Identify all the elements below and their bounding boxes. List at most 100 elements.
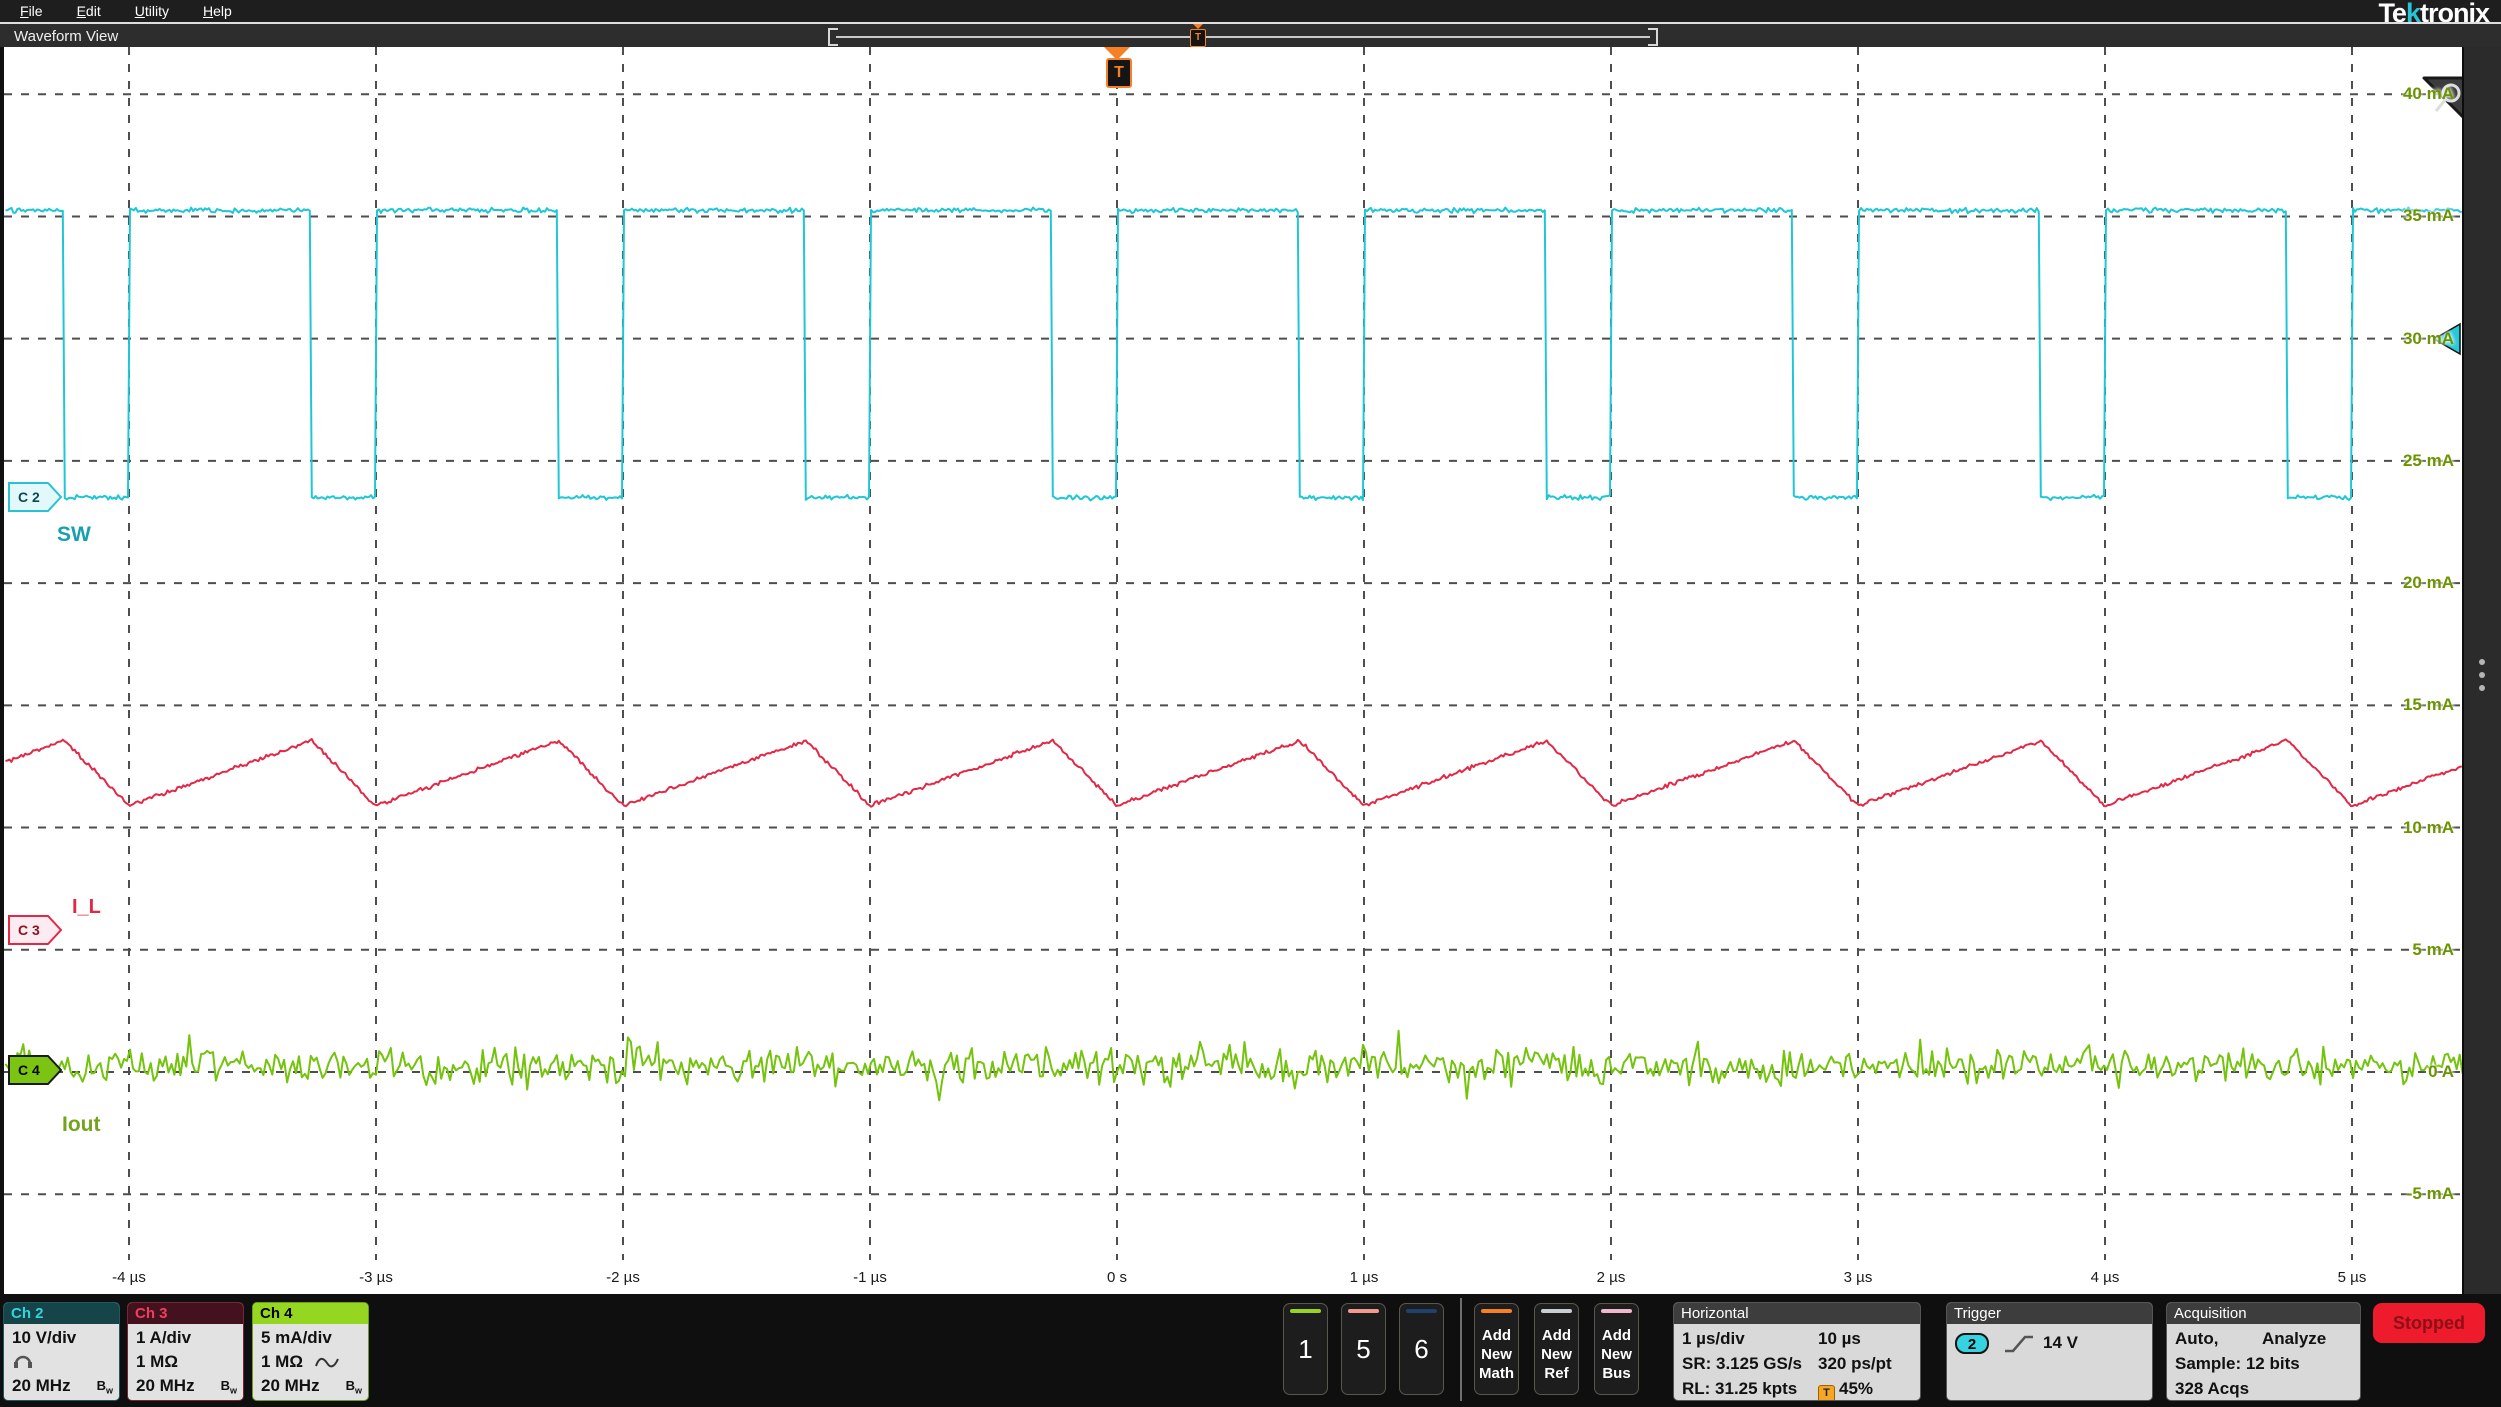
horizontal-panel[interactable]: Horizontal 1 µs/div 10 µs SR: 3.125 GS/s… [1673,1302,1921,1401]
bandwidth-limit-badge: Bw [96,1378,113,1396]
acquisition-sample: Sample: 12 bits [2175,1354,2300,1373]
svg-text:C 3: C 3 [18,922,40,938]
y-axis-label: 30 mA [2402,328,2454,348]
horizontal-panel-title: Horizontal [1674,1303,1920,1324]
ruler-line [836,36,1650,38]
button-color-stripe [1481,1309,1512,1313]
channel-color-stripe [1406,1309,1437,1313]
horizontal-scale: 1 µs/div [1682,1329,1745,1348]
menu-bar-items: File Edit Utility Help [0,0,2501,22]
trigger-source-badge: 2 [1955,1333,1989,1354]
horizontal-sample-rate: SR: 3.125 GS/s [1682,1354,1803,1373]
ch4-impedance: 1 MΩ [261,1352,303,1371]
y-axis-label: 25 mA [2402,450,2454,470]
x-axis-label: -3 µs [359,1269,393,1286]
series-I_L [5,738,2462,808]
channel-button-label: 6 [1414,1334,1429,1364]
oscilloscope-app: File Edit Utility Help Tektronix Waveform V… [0,0,2501,1407]
ch3-impedance: 1 MΩ [136,1352,178,1371]
x-axis-label: 1 µs [1349,1269,1379,1286]
view-title: Waveform View [14,28,119,45]
y-axis-label: 35 mA [2402,206,2454,226]
rising-edge-icon [2005,1335,2033,1353]
horizontal-window: 10 µs [1818,1329,1861,1348]
channel-color-stripe [1348,1309,1379,1313]
acquisition-panel[interactable]: Acquisition Auto, Analyze Sample: 12 bit… [2166,1302,2361,1401]
channel-panel-ch4[interactable]: Ch 4 5 mA/div 1 MΩ 20 MHz Bw [252,1302,369,1401]
vertical-scrollbar[interactable] [2462,47,2501,1294]
zoom-overview-ruler[interactable]: T [828,24,1658,47]
channel-panel-ch4-title: Ch 4 [253,1303,368,1324]
x-axis-label: 2 µs [1596,1269,1626,1286]
series-SW [5,206,2462,502]
menu-item-edit[interactable]: Edit [77,3,101,19]
x-axis-label: 3 µs [1843,1269,1873,1286]
add-button-label: Add New Math [1479,1327,1514,1382]
bottom-control-bar: Ch 2 10 V/div 20 MHz Bw Ch 3 1 A/div 1 M… [0,1294,2501,1407]
x-axis-label: -4 µs [112,1269,146,1286]
trigger-t-icon: T [1818,1385,1835,1400]
acquisition-count: 328 Acqs [2175,1379,2250,1398]
waveform-view-titlebar: Waveform View T [0,22,2501,47]
y-axis-label: 0 A [2428,1062,2454,1081]
menu-item-file[interactable]: File [20,3,43,19]
scrollbar-grip[interactable] [2479,652,2485,698]
channel-panel-ch2[interactable]: Ch 2 10 V/div 20 MHz Bw [3,1302,120,1401]
x-axis-label: 4 µs [2090,1269,2120,1286]
wave-label-sw[interactable]: SW [57,523,91,547]
ruler-trigger-marker-icon[interactable]: T [1190,24,1206,47]
y-axis-label: 10 mA [2402,817,2454,837]
acquisition-panel-title: Acquisition [2167,1303,2360,1324]
run-stop-indicator[interactable]: Stopped [2373,1303,2485,1343]
x-axis-label: 5 µs [2337,1269,2367,1286]
x-axis-label: -2 µs [606,1269,640,1286]
horizontal-resolution: 320 ps/pt [1818,1354,1892,1373]
trigger-panel-title: Trigger [1947,1303,2152,1324]
bandwidth-limit-badge: Bw [220,1378,237,1396]
y-axis-label: 40 mA [2402,84,2454,104]
add-button-label: Add New Ref [1541,1327,1572,1382]
menu-item-help[interactable]: Help [203,3,232,19]
menu-bar: File Edit Utility Help Tektronix [0,0,2501,27]
sine-coupling-icon [315,1357,339,1368]
ch4-scale: 5 mA/div [261,1328,332,1347]
acquisition-analyze: Analyze [2262,1329,2327,1348]
channel-panel-ch3[interactable]: Ch 3 1 A/div 1 MΩ 20 MHz Bw [127,1302,244,1401]
series-Iout [4,1029,2462,1102]
add-new-bus-button[interactable]: Add New Bus [1594,1303,1639,1395]
channel-button-6[interactable]: 6 [1399,1303,1444,1395]
trigger-level-value: 14 V [2043,1333,2078,1352]
probe-icon [14,1355,32,1368]
channel-button-label: 5 [1356,1334,1371,1364]
wave-label-iout[interactable]: Iout [62,1113,100,1137]
channel-badge-c3[interactable]: C 3 [8,915,62,945]
ch2-scale: 10 V/div [12,1328,77,1347]
waveform-plot-area[interactable]: C 2 SW C 3 I_L C 4 Iout T 40 mA 35 mA 30 m… [4,47,2467,1294]
horizontal-position: T 45% [1818,1379,1873,1400]
menu-item-utility[interactable]: Utility [135,3,169,19]
add-new-math-button[interactable]: Add New Math [1474,1303,1519,1395]
channel-badge-c2[interactable]: C 2 [8,482,62,512]
y-axis-label: 20 mA [2402,573,2454,593]
button-divider [1460,1298,1462,1401]
channel-button-5[interactable]: 5 [1341,1303,1386,1395]
channel-button-label: 1 [1298,1334,1313,1364]
trigger-position-flag-icon[interactable]: T [1106,58,1132,88]
waveform-canvas [4,47,2462,1260]
svg-text:C 2: C 2 [18,489,40,505]
ch3-scale: 1 A/div [136,1328,192,1347]
ch4-bandwidth: 20 MHz [261,1376,320,1395]
y-axis-label: -5 mA [2406,1184,2454,1204]
add-button-label: Add New Bus [1601,1327,1632,1382]
y-axis-label: 5 mA [2412,939,2454,959]
channel-button-1[interactable]: 1 [1283,1303,1328,1395]
y-axis-label: 15 mA [2402,695,2454,715]
x-axis-label: 0 s [1106,1269,1127,1286]
trigger-panel[interactable]: Trigger 2 14 V [1946,1302,2153,1401]
wave-label-il[interactable]: I_L [72,896,101,919]
channel-badge-c4[interactable]: C 4 [8,1055,62,1085]
button-color-stripe [1601,1309,1632,1313]
horizontal-record-length: RL: 31.25 kpts [1682,1379,1798,1398]
add-new-ref-button[interactable]: Add New Ref [1534,1303,1579,1395]
ch3-bandwidth: 20 MHz [136,1376,195,1395]
